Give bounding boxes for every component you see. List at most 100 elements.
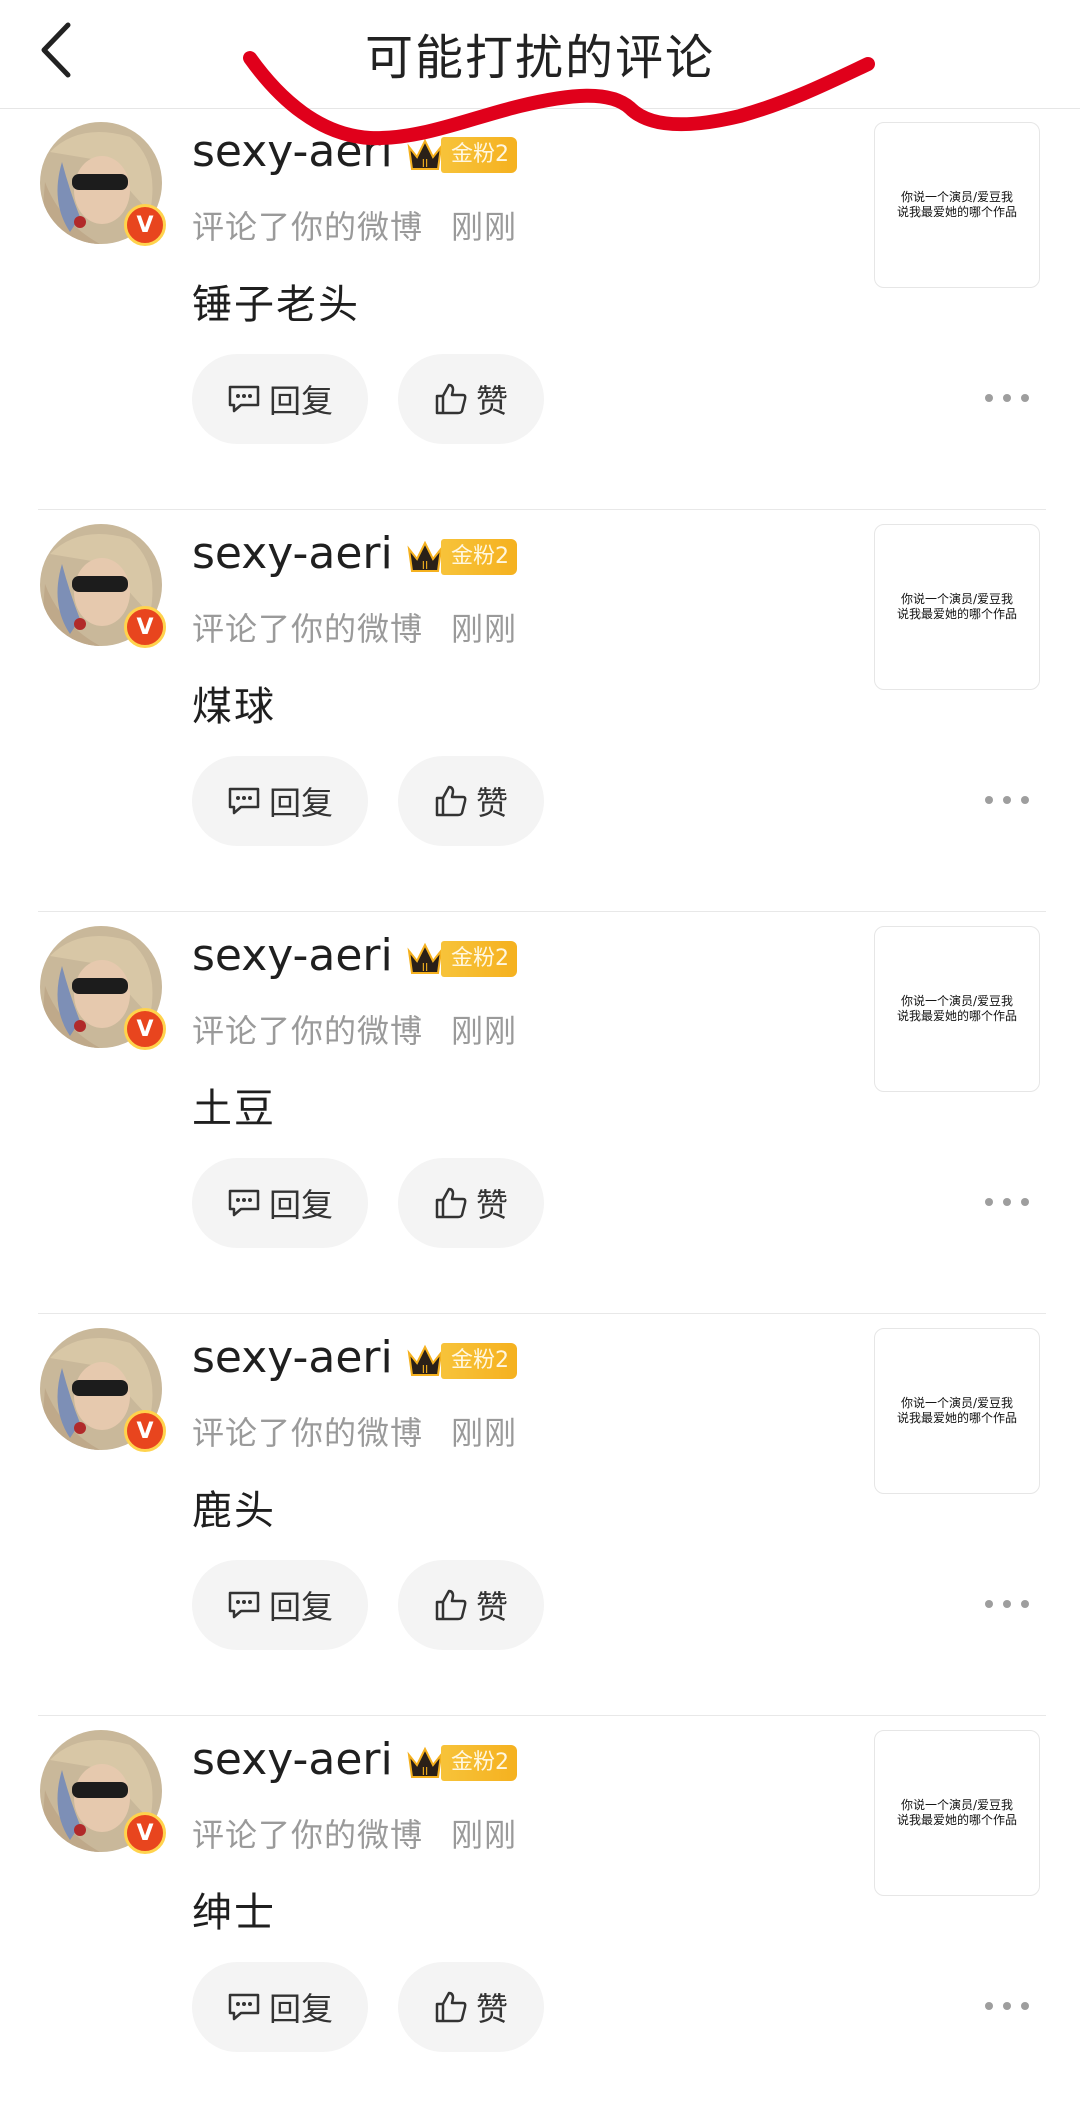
username[interactable]: sexy-aeri (192, 1332, 393, 1383)
fan-badge-label: 金粉2 (441, 137, 517, 173)
svg-text:II: II (422, 559, 429, 572)
weibo-thumbnail[interactable]: 你说一个演员/爱豆我说我最爱她的哪个作品 (874, 122, 1040, 288)
avatar[interactable]: V (40, 926, 166, 1050)
crown-icon: II (407, 138, 443, 170)
comment-meta: 评论了你的微博 刚刚 (192, 1006, 517, 1052)
weibo-thumbnail[interactable]: 你说一个演员/爱豆我说我最爱她的哪个作品 (874, 1730, 1040, 1896)
list-item: V sexy-aeri II 金粉2 评论了你的微博 刚刚 绅士 回复 赞 你说… (0, 1716, 1080, 2118)
svg-text:II: II (422, 1363, 429, 1376)
action-text: 评论了你的微博 (192, 208, 424, 246)
username[interactable]: sexy-aeri (192, 930, 393, 981)
timestamp: 刚刚 (451, 1816, 518, 1854)
more-dots-icon[interactable] (985, 785, 1029, 815)
like-label: 赞 (475, 1990, 508, 2028)
page-title: 可能打扰的评论 (364, 30, 715, 86)
nav-bar: 可能打扰的评论 (0, 0, 1080, 109)
reply-button[interactable]: 回复 (192, 354, 368, 444)
reply-label: 回复 (268, 382, 333, 420)
verified-v-icon: V (124, 204, 166, 246)
thumbs-up-icon (435, 785, 467, 817)
action-text: 评论了你的微博 (192, 1012, 424, 1050)
reply-button[interactable]: 回复 (192, 756, 368, 846)
fan-badge-label: 金粉2 (441, 1745, 517, 1781)
thumbs-up-icon (435, 383, 467, 415)
comment-meta: 评论了你的微博 刚刚 (192, 1810, 517, 1856)
avatar[interactable]: V (40, 524, 166, 648)
comment-text: 锤子老头 (192, 282, 360, 328)
weibo-thumbnail[interactable]: 你说一个演员/爱豆我说我最爱她的哪个作品 (874, 926, 1040, 1092)
weibo-thumbnail[interactable]: 你说一个演员/爱豆我说我最爱她的哪个作品 (874, 1328, 1040, 1494)
comment-icon (228, 1993, 260, 2021)
comment-list: V sexy-aeri II 金粉2 评论了你的微博刚刚 锤子老头 回复 赞 (0, 108, 1080, 2118)
more-dots-icon[interactable] (985, 1589, 1029, 1619)
avatar[interactable]: V (40, 1328, 166, 1452)
list-item: V sexy-aeri II 金粉2 评论了你的微博刚刚 锤子老头 回复 赞 (0, 108, 1080, 510)
like-label: 赞 (475, 1186, 508, 1224)
comment-meta: 评论了你的微博 刚刚 (192, 1408, 517, 1454)
action-text: 评论了你的微博 (192, 1414, 424, 1452)
comment-icon (228, 1189, 260, 1217)
like-label: 赞 (475, 1588, 508, 1626)
fan-badge[interactable]: II 金粉2 (405, 136, 517, 174)
fan-badge[interactable]: II 金粉2 (405, 940, 517, 978)
fan-badge[interactable]: II 金粉2 (405, 1744, 517, 1782)
comment-meta: 评论了你的微博 刚刚 (192, 202, 517, 248)
like-button[interactable]: 赞 (398, 1962, 544, 2052)
fan-badge[interactable]: II 金粉2 (405, 1342, 517, 1380)
fan-badge[interactable]: II 金粉2 (405, 538, 517, 576)
verified-v-icon: V (124, 1008, 166, 1050)
timestamp: 刚刚 (451, 1012, 518, 1050)
comment-icon (228, 385, 260, 413)
more-dots-icon[interactable] (985, 1991, 1029, 2021)
comment-text: 鹿头 (192, 1488, 276, 1534)
thumbs-up-icon (435, 1589, 467, 1621)
crown-icon: II (407, 942, 443, 974)
username[interactable]: sexy-aeri (192, 126, 393, 177)
comment-text: 煤球 (192, 684, 276, 730)
verified-v-icon: V (124, 606, 166, 648)
thumbs-up-icon (435, 1187, 467, 1219)
like-button[interactable]: 赞 (398, 1560, 544, 1650)
reply-button[interactable]: 回复 (192, 1962, 368, 2052)
more-dots-icon[interactable] (985, 383, 1029, 413)
like-button[interactable]: 赞 (398, 1158, 544, 1248)
reply-label: 回复 (268, 1588, 333, 1626)
like-button[interactable]: 赞 (398, 756, 544, 846)
comment-icon (228, 1591, 260, 1619)
action-text: 评论了你的微博 (192, 610, 424, 648)
username[interactable]: sexy-aeri (192, 528, 393, 579)
comment-text: 绅士 (192, 1890, 276, 1936)
timestamp: 刚刚 (451, 208, 518, 246)
thumbs-up-icon (435, 1991, 467, 2023)
list-item: V sexy-aeri II 金粉2 评论了你的微博 刚刚 鹿头 回复 赞 你说… (0, 1314, 1080, 1716)
comment-text: 土豆 (192, 1086, 276, 1132)
timestamp: 刚刚 (451, 1414, 518, 1452)
list-item: V sexy-aeri II 金粉2 评论了你的微博 刚刚 煤球 回复 赞 你说… (0, 510, 1080, 912)
verified-v-icon: V (124, 1812, 166, 1854)
list-item: V sexy-aeri II 金粉2 评论了你的微博 刚刚 土豆 回复 赞 你说… (0, 912, 1080, 1314)
svg-text:II: II (422, 157, 429, 170)
fan-badge-label: 金粉2 (441, 539, 517, 575)
comment-meta: 评论了你的微博 刚刚 (192, 604, 517, 650)
avatar[interactable]: V (40, 122, 166, 246)
svg-text:II: II (422, 961, 429, 974)
reply-label: 回复 (268, 1990, 333, 2028)
reply-label: 回复 (268, 784, 333, 822)
reply-button[interactable]: 回复 (192, 1158, 368, 1248)
avatar[interactable]: V (40, 1730, 166, 1854)
verified-v-icon: V (124, 1410, 166, 1452)
fan-badge-label: 金粉2 (441, 941, 517, 977)
username[interactable]: sexy-aeri (192, 1734, 393, 1785)
comment-icon (228, 787, 260, 815)
like-label: 赞 (475, 382, 508, 420)
svg-text:II: II (422, 1765, 429, 1778)
crown-icon: II (407, 1746, 443, 1778)
like-label: 赞 (475, 784, 508, 822)
like-button[interactable]: 赞 (398, 354, 544, 444)
more-dots-icon[interactable] (985, 1187, 1029, 1217)
crown-icon: II (407, 540, 443, 572)
crown-icon: II (407, 1344, 443, 1376)
reply-button[interactable]: 回复 (192, 1560, 368, 1650)
timestamp: 刚刚 (451, 610, 518, 648)
weibo-thumbnail[interactable]: 你说一个演员/爱豆我说我最爱她的哪个作品 (874, 524, 1040, 690)
